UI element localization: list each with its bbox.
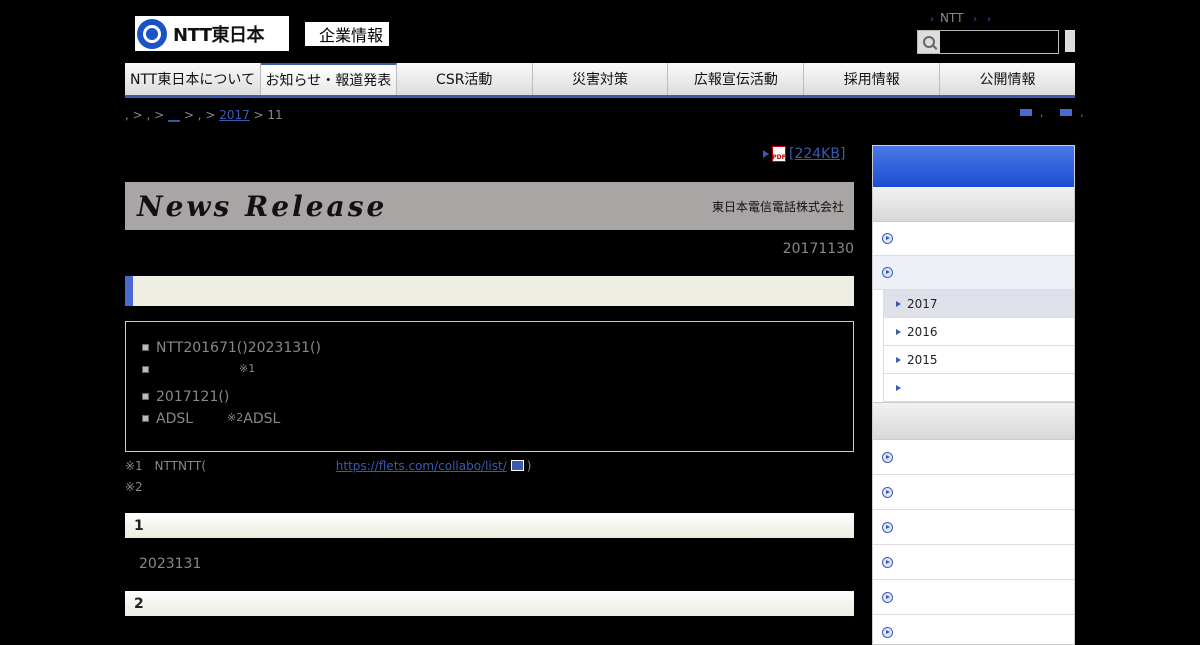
util-link-ntt[interactable]: NTT bbox=[940, 11, 963, 25]
circle-arrow-icon bbox=[882, 521, 893, 533]
sidebar-item-open[interactable] bbox=[873, 256, 1074, 290]
sidebar-year-2017[interactable]: 2017 bbox=[884, 290, 1074, 318]
bullet-icon bbox=[142, 393, 149, 400]
release-company: 東日本電信電話株式会社 bbox=[711, 199, 844, 214]
news-release-banner: News Release 東日本電信電話株式会社 bbox=[125, 182, 854, 230]
utility-links: › NTT › › bbox=[930, 11, 997, 25]
sidebar-group-header bbox=[873, 187, 1074, 222]
sidebar-item[interactable] bbox=[873, 475, 1074, 510]
sidebar-year-2016[interactable]: 2016 bbox=[884, 318, 1074, 346]
circle-arrow-icon bbox=[882, 486, 893, 498]
bullet-icon bbox=[142, 415, 149, 422]
sidebar-sublist: 2017 2016 2015 bbox=[883, 290, 1074, 402]
pdf-icon: PDF bbox=[772, 146, 786, 162]
sidebar-year-2015[interactable]: 2015 bbox=[884, 346, 1074, 374]
list-item: ADSL ※2 ADSL bbox=[142, 411, 280, 427]
list-item: NTT201671()2023131() bbox=[142, 340, 321, 356]
logo-text: NTT東日本 bbox=[173, 24, 265, 46]
breadcrumb-current: > 11 bbox=[249, 108, 283, 122]
nav-about[interactable]: NTT東日本について bbox=[125, 63, 261, 95]
nav-csr[interactable]: CSR活動 bbox=[397, 63, 533, 95]
arrow-right-icon bbox=[896, 328, 901, 335]
breadcrumb-link[interactable]: __ bbox=[168, 108, 180, 122]
footnote-ref: ※2 bbox=[227, 411, 244, 424]
section-heading-2: 2 bbox=[125, 591, 854, 616]
sidebar-item[interactable] bbox=[873, 510, 1074, 545]
pdf-size[interactable]: [224KB] bbox=[789, 146, 845, 162]
bullet-icon bbox=[142, 366, 149, 373]
circle-arrow-icon bbox=[882, 233, 893, 244]
chevron-right-icon[interactable]: › bbox=[973, 14, 977, 25]
external-link-icon bbox=[510, 460, 524, 471]
sidebar-item[interactable] bbox=[873, 615, 1074, 644]
release-date: 20171130 bbox=[782, 241, 854, 257]
collabo-list-link[interactable]: https://flets.com/collabo/list/ bbox=[336, 459, 507, 473]
sidebar-item[interactable] bbox=[873, 545, 1074, 580]
arrow-right-icon bbox=[896, 384, 901, 391]
section-heading-1: 1 bbox=[125, 513, 854, 538]
prev-page-icon[interactable] bbox=[1020, 109, 1032, 116]
nav-news[interactable]: お知らせ・報道発表 bbox=[261, 63, 397, 95]
bullet-icon bbox=[142, 344, 149, 351]
circle-arrow-icon bbox=[882, 267, 893, 278]
ntt-logo-icon bbox=[137, 18, 167, 49]
nav-disaster[interactable]: 災害対策 bbox=[533, 63, 669, 95]
search-button[interactable] bbox=[1065, 30, 1075, 52]
arrow-right-icon bbox=[896, 356, 901, 363]
list-item: ※1 bbox=[142, 362, 255, 375]
section-1-text: 2023131 bbox=[139, 556, 202, 572]
breadcrumb-year-link[interactable]: 2017 bbox=[219, 108, 250, 122]
search-icon bbox=[923, 36, 935, 48]
sidebar: 2017 2016 2015 bbox=[872, 145, 1075, 645]
global-nav: NTT東日本について お知らせ・報道発表 CSR活動 災害対策 広報宣伝活動 採… bbox=[125, 63, 1075, 98]
nav-pr[interactable]: 広報宣伝活動 bbox=[668, 63, 805, 95]
search-icon-cell bbox=[918, 31, 940, 53]
ntt-east-logo[interactable]: NTT東日本 bbox=[135, 16, 289, 51]
sidebar-item[interactable] bbox=[873, 222, 1074, 256]
release-title: News Release bbox=[137, 189, 388, 223]
sidebar-year-older[interactable] bbox=[884, 374, 1074, 402]
circle-arrow-icon bbox=[882, 451, 893, 463]
summary-box: NTT201671()2023131() ※1 2017121() ADSL ※2… bbox=[125, 321, 854, 452]
footnote-1: ※1 NTTNTT( https://flets.com/collabo/lis… bbox=[125, 459, 532, 473]
chevron-right-icon: › bbox=[930, 14, 934, 25]
pdf-download-link[interactable]: PDF [224KB] bbox=[763, 146, 845, 162]
footnote-2: ※2 bbox=[125, 480, 143, 494]
circle-arrow-icon bbox=[882, 591, 893, 603]
list-item: 2017121() bbox=[142, 389, 229, 405]
page-nav: , , bbox=[1020, 108, 1084, 119]
chevron-right-icon[interactable]: › bbox=[987, 14, 991, 25]
sidebar-item[interactable] bbox=[873, 580, 1074, 615]
footnote-ref: ※1 bbox=[239, 362, 256, 375]
circle-arrow-icon bbox=[882, 626, 893, 638]
corporate-info-label: 企業情報 bbox=[305, 22, 389, 46]
arrow-right-icon bbox=[896, 300, 901, 307]
circle-arrow-icon bbox=[882, 556, 893, 568]
search-input[interactable] bbox=[940, 31, 1058, 53]
arrow-right-icon bbox=[763, 150, 769, 158]
sidebar-group-header bbox=[873, 402, 1074, 440]
sidebar-item[interactable] bbox=[873, 440, 1074, 475]
nav-recruit[interactable]: 採用情報 bbox=[804, 63, 941, 95]
headline-bar bbox=[125, 276, 854, 306]
next-page-icon[interactable] bbox=[1060, 109, 1073, 116]
breadcrumb: , > , > __ > , > 2017 > 11 bbox=[125, 108, 283, 122]
search-field[interactable] bbox=[917, 30, 1059, 54]
nav-disclosure[interactable]: 公開情報 bbox=[940, 63, 1075, 95]
sidebar-header bbox=[873, 146, 1074, 187]
